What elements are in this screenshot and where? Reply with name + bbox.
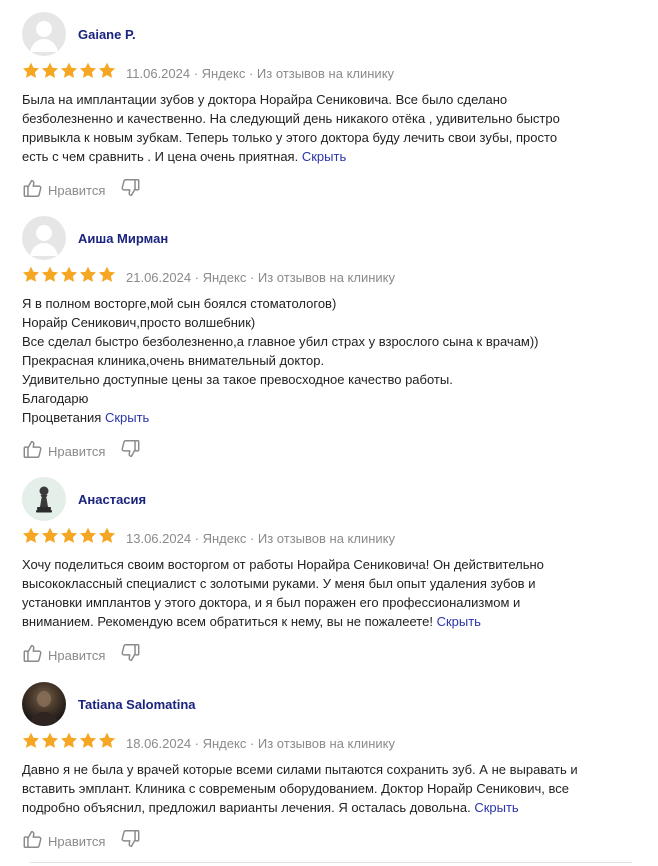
rating-stars <box>22 266 116 288</box>
review-author[interactable]: Tatiana Salomatina <box>78 697 196 712</box>
review-text-line: вставить эмплант. Клиника с современым о… <box>22 781 569 796</box>
review-meta-row: 11.06.2024 · Яндекс · Из отзывов на клин… <box>22 62 395 84</box>
dislike-button[interactable] <box>119 828 141 855</box>
review-text-line: Хочу поделиться своим восторгом от работ… <box>22 557 544 572</box>
review-text-line: Благодарю <box>22 391 89 406</box>
review-text-line: Удивительно доступные цены за такое прев… <box>22 372 453 387</box>
star-icon <box>22 62 40 84</box>
review-author[interactable]: Анастасия <box>78 492 146 507</box>
chess-pawn-avatar[interactable] <box>22 477 66 521</box>
like-button[interactable]: Нравится <box>22 438 105 465</box>
thumb-down-icon <box>119 642 141 669</box>
review-text-line: привыкла к новым зубкам. Теперь только у… <box>22 130 558 145</box>
photo-avatar[interactable] <box>22 682 66 726</box>
rating-stars <box>22 732 116 754</box>
review-text-line: Процветания Скрыть <box>22 410 150 425</box>
rating-stars <box>22 62 116 84</box>
review-actions: Нравится <box>22 178 141 202</box>
review-meta-row: 21.06.2024 · Яндекс · Из отзывов на клин… <box>22 266 395 288</box>
default-avatar[interactable] <box>22 12 66 56</box>
review-author[interactable]: Аиша Мирман <box>78 231 168 246</box>
star-icon <box>41 732 59 754</box>
star-icon <box>79 527 97 549</box>
star-icon <box>60 62 78 84</box>
review-text: Хочу поделиться своим восторгом от работ… <box>22 555 622 631</box>
review-text-line: Норайр Сеникович,просто волшебник) <box>22 315 256 330</box>
thumb-up-icon <box>22 177 44 204</box>
star-icon <box>79 732 97 754</box>
star-icon <box>60 266 78 288</box>
review-actions: Нравится <box>22 643 141 667</box>
star-icon <box>22 266 40 288</box>
hide-review-link[interactable]: Скрыть <box>474 800 518 815</box>
review-text: Была на имплантации зубов у доктора Нора… <box>22 90 622 166</box>
star-icon <box>79 266 97 288</box>
review-meta: 11.06.2024 · Яндекс · Из отзывов на клин… <box>126 65 395 81</box>
star-icon <box>22 527 40 549</box>
star-icon <box>98 266 116 288</box>
review-meta-row: 13.06.2024 · Яндекс · Из отзывов на клин… <box>22 527 395 549</box>
star-icon <box>98 527 116 549</box>
like-label: Нравится <box>48 182 106 198</box>
like-button[interactable]: Нравится <box>22 828 105 855</box>
review-actions: Нравится <box>22 829 141 853</box>
star-icon <box>98 732 116 754</box>
hide-review-link[interactable]: Скрыть <box>302 149 346 164</box>
review-text-line: есть с чем сравнить . И цена очень прият… <box>22 149 347 164</box>
dislike-button[interactable] <box>119 438 141 465</box>
star-icon <box>41 266 59 288</box>
review-text-line: вниманием. Рекомендую всем обратиться к … <box>22 614 481 629</box>
review-author[interactable]: Gaiane P. <box>78 27 136 42</box>
review-text: Давно я не была у врачей которые всеми с… <box>22 760 622 817</box>
star-icon <box>79 62 97 84</box>
default-avatar[interactable] <box>22 216 66 260</box>
review-text-line: подробно объяснил, предложил варианты ле… <box>22 800 519 815</box>
review-text-line: Давно я не была у врачей которые всеми с… <box>22 762 578 777</box>
review-text-line: установки имплантов у этого доктора, и я… <box>22 595 521 610</box>
review-text-line: Была на имплантации зубов у доктора Нора… <box>22 92 508 107</box>
thumb-down-icon <box>119 438 141 465</box>
review-text: Я в полном восторге,мой сын боялся стома… <box>22 294 622 427</box>
star-icon <box>41 527 59 549</box>
thumb-down-icon <box>119 828 141 855</box>
like-button[interactable]: Нравится <box>22 177 105 204</box>
thumb-up-icon <box>22 642 44 669</box>
like-label: Нравится <box>48 443 106 459</box>
star-icon <box>60 527 78 549</box>
hide-review-link[interactable]: Скрыть <box>105 410 149 425</box>
review-text-line: Прекрасная клиника,очень внимательный до… <box>22 353 325 368</box>
like-button[interactable]: Нравится <box>22 642 105 669</box>
like-label: Нравится <box>48 833 106 849</box>
dislike-button[interactable] <box>119 642 141 669</box>
review-meta: 13.06.2024 · Яндекс · Из отзывов на клин… <box>126 530 395 546</box>
review-text-line: безболезненно и качественно. На следующи… <box>22 111 560 126</box>
review-meta-row: 18.06.2024 · Яндекс · Из отзывов на клин… <box>22 732 395 754</box>
star-icon <box>98 62 116 84</box>
dislike-button[interactable] <box>119 177 141 204</box>
star-icon <box>41 62 59 84</box>
star-icon <box>60 732 78 754</box>
review-actions: Нравится <box>22 439 141 463</box>
review-text-line: Я в полном восторге,мой сын боялся стома… <box>22 296 337 311</box>
hide-review-link[interactable]: Скрыть <box>437 614 481 629</box>
review-text-line: высококлассный специалист с золотыми рук… <box>22 576 536 591</box>
review-meta: 21.06.2024 · Яндекс · Из отзывов на клин… <box>126 269 395 285</box>
divider <box>30 862 632 863</box>
like-label: Нравится <box>48 647 106 663</box>
review-meta: 18.06.2024 · Яндекс · Из отзывов на клин… <box>126 735 395 751</box>
star-icon <box>22 732 40 754</box>
thumb-down-icon <box>119 177 141 204</box>
review-text-line: Все сделал быстро безболезненно,а главно… <box>22 334 539 349</box>
rating-stars <box>22 527 116 549</box>
thumb-up-icon <box>22 828 44 855</box>
thumb-up-icon <box>22 438 44 465</box>
